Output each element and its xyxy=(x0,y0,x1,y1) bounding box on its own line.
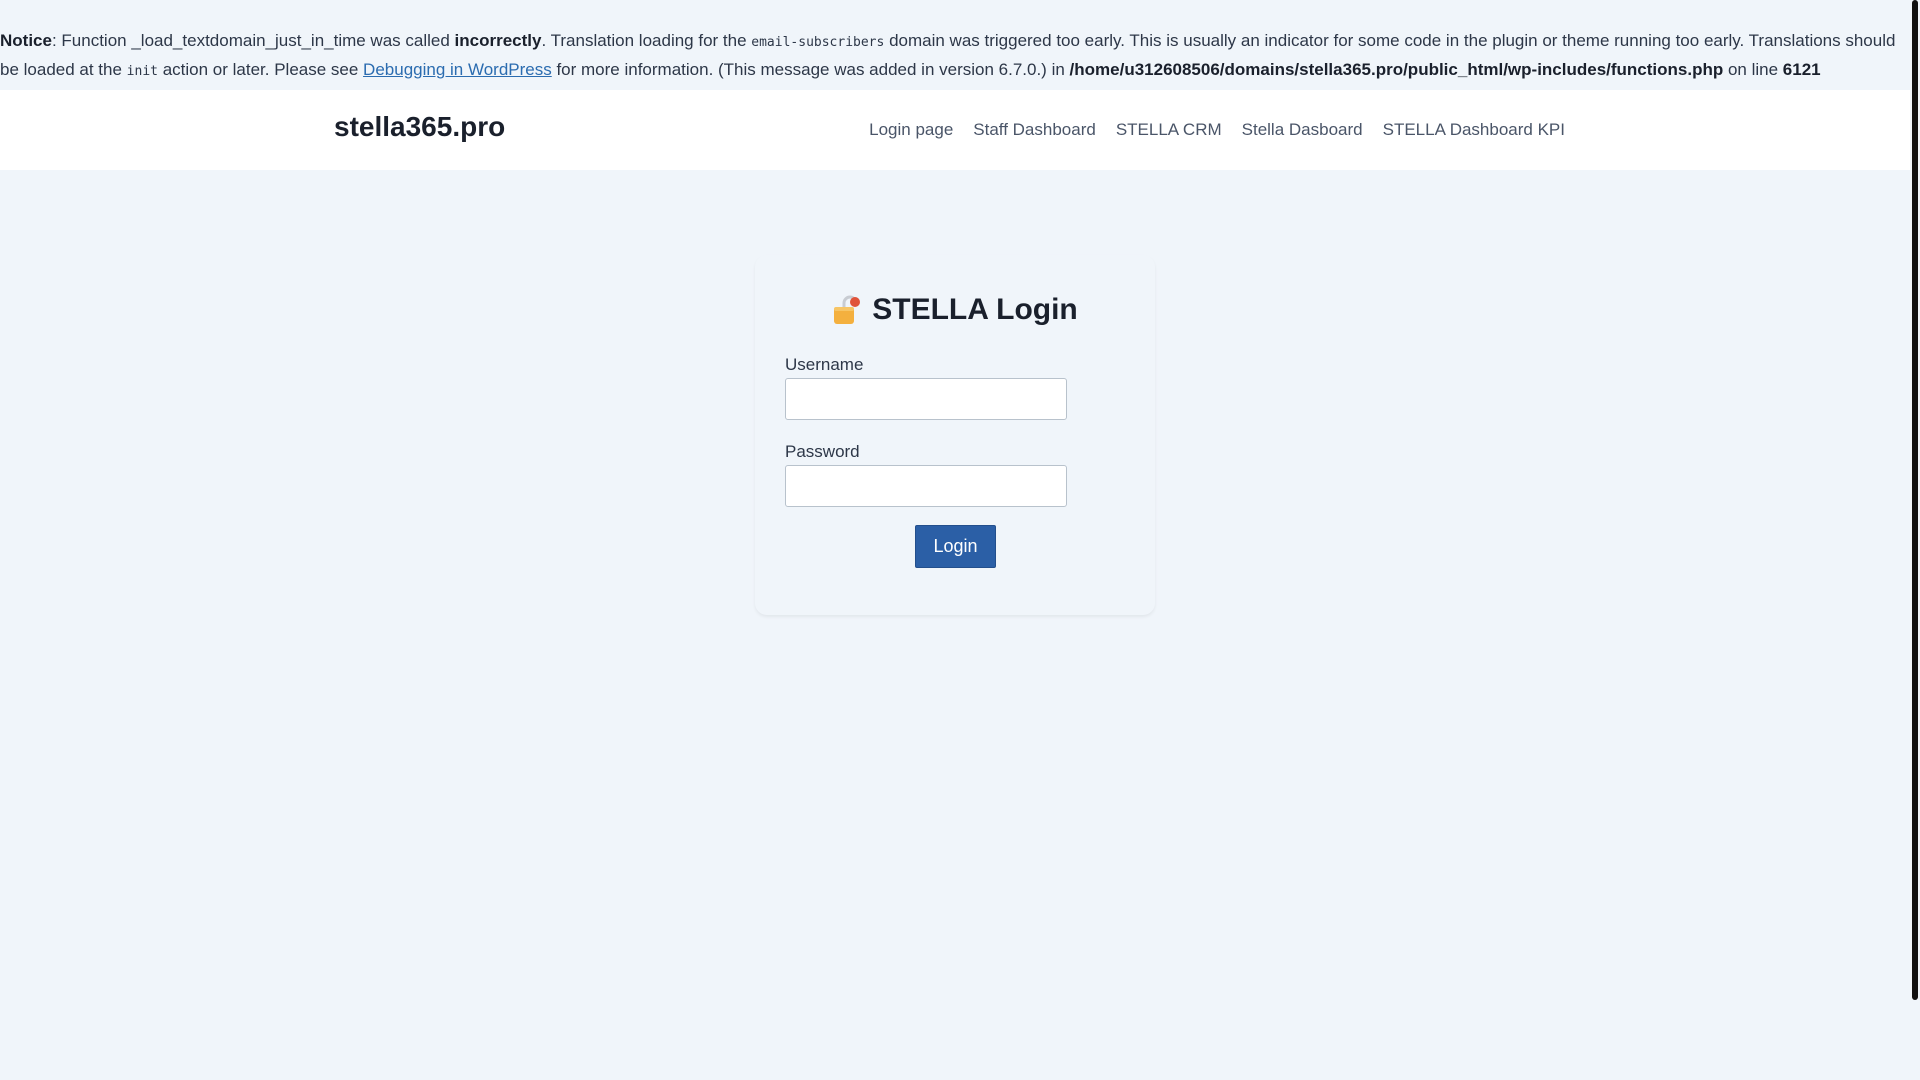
notice-text-4: action or later. Please see xyxy=(157,60,364,79)
login-button[interactable]: Login xyxy=(915,525,996,568)
notice-text-1: : Function _load_textdomain_just_in_time… xyxy=(51,31,455,50)
nav-item-stella-dashboard-kpi[interactable]: STELLA Dashboard KPI xyxy=(1383,120,1565,140)
notice-text-5: for more information. (This message was … xyxy=(551,60,1070,79)
nav-item-login-page[interactable]: Login page xyxy=(869,120,953,140)
site-header: stella365.pro Login page Staff Dashboard… xyxy=(0,90,1910,170)
lock-icon xyxy=(834,295,861,324)
notice-label: Notice xyxy=(0,31,52,50)
nav-item-stella-crm[interactable]: STELLA CRM xyxy=(1116,120,1222,140)
site-title[interactable]: stella365.pro xyxy=(334,111,505,143)
notice-line-number: 6121 xyxy=(1782,60,1821,79)
username-label: Username xyxy=(785,355,864,374)
password-label: Password xyxy=(785,442,860,461)
notice-domain-code: email-subscribers xyxy=(751,35,885,50)
notice-incorrectly: incorrectly xyxy=(454,31,542,50)
nav-item-staff-dashboard[interactable]: Staff Dashboard xyxy=(973,120,1096,140)
scrollbar[interactable] xyxy=(1912,0,1918,1000)
php-notice: Notice: Function _load_textdomain_just_i… xyxy=(0,0,1910,90)
debugging-link[interactable]: Debugging in WordPress xyxy=(363,60,552,79)
username-input[interactable] xyxy=(785,378,1067,420)
notice-text-6: on line xyxy=(1723,60,1783,79)
login-heading: STELLA Login xyxy=(755,293,1155,327)
notice-init-code: init xyxy=(126,64,158,79)
main-nav: Login page Staff Dashboard STELLA CRM St… xyxy=(849,90,1565,170)
nav-item-stella-dasboard[interactable]: Stella Dasboard xyxy=(1242,120,1363,140)
notice-file-path: /home/u312608506/domains/stella365.pro/p… xyxy=(1069,60,1724,79)
login-card: STELLA Login Username Password Login xyxy=(755,255,1155,615)
notice-text-2: . Translation loading for the xyxy=(541,31,752,50)
login-title: STELLA Login xyxy=(872,293,1078,326)
password-input[interactable] xyxy=(785,465,1067,507)
